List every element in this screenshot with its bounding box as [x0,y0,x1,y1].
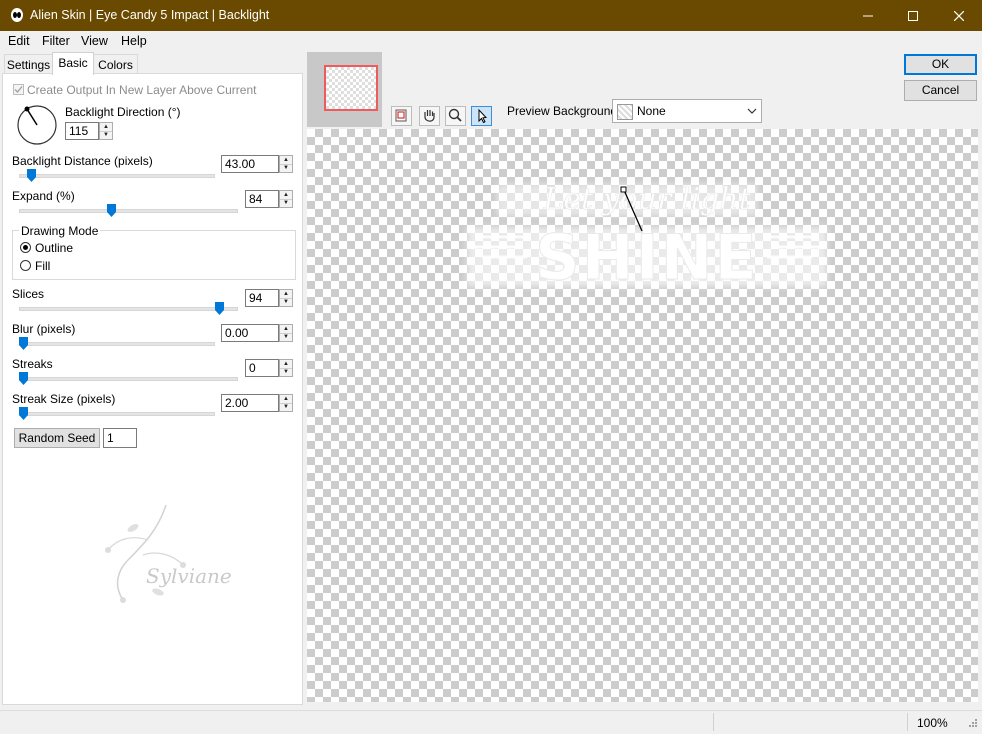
zoom-icon [448,108,462,122]
slices-input[interactable]: 94 [245,289,279,307]
alien-skin-app-icon [11,8,23,22]
backlight-direction-stepper[interactable]: ▲ ▼ [99,122,113,140]
cancel-button[interactable]: Cancel [904,80,977,101]
menu-help[interactable]: Help [121,34,147,48]
slices-track[interactable] [19,307,238,311]
slices-stepper[interactable]: ▲ ▼ [279,289,293,307]
chevron-down-icon [747,108,757,114]
resize-grip-icon[interactable] [966,718,978,730]
backlight-distance-track[interactable] [19,174,215,178]
maximize-button[interactable] [890,0,936,31]
blur-label: Blur (pixels) [12,322,76,336]
preview-canvas[interactable]: Let your light SHINE [307,129,978,702]
preview-text-large: SHINE [535,221,759,294]
create-output-checkbox[interactable] [13,84,24,95]
drawing-mode-label: Drawing Mode [19,224,101,238]
minimize-button[interactable] [845,0,891,31]
streak-size-label: Streak Size (pixels) [12,392,116,406]
navigator-icon [395,109,407,122]
preview-background-select[interactable]: None [612,99,762,123]
tab-basic[interactable]: Basic [52,52,94,75]
tab-settings[interactable]: Settings [4,54,53,75]
watermark-signature: Sylviane [146,564,232,588]
preview-image: Let your light SHINE [467,182,827,295]
create-output-label: Create Output In New Layer Above Current [27,83,257,97]
title-bar: Alien Skin | Eye Candy 5 Impact | Backli… [0,0,982,31]
preview-background-label: Preview Background: [507,104,621,118]
streaks-input[interactable]: 0 [245,359,279,377]
tab-colors[interactable]: Colors [93,54,138,75]
pointer-tool-button[interactable] [471,106,492,126]
zoom-tool-button[interactable] [445,106,466,126]
minimize-icon [863,15,873,17]
sylviane-watermark: Sylviane [105,504,232,603]
outline-radio[interactable] [20,242,31,253]
transparent-swatch-icon [617,104,633,120]
blur-input[interactable]: 0.00 [221,324,279,342]
window-title: Alien Skin | Eye Candy 5 Impact | Backli… [30,8,270,22]
ok-button[interactable]: OK [904,54,977,75]
fill-radio[interactable] [20,260,31,271]
blur-track[interactable] [19,342,215,346]
zoom-level: 100% [917,716,948,730]
slices-label: Slices [12,287,45,301]
streaks-track[interactable] [19,377,238,381]
maximize-icon [908,11,918,22]
outline-label: Outline [35,241,74,255]
hand-tool-button[interactable] [419,106,440,126]
direction-handle[interactable] [620,186,627,193]
blur-stepper[interactable]: ▲ ▼ [279,324,293,342]
navigator-viewport[interactable] [324,65,378,111]
menu-view[interactable]: View [81,34,108,48]
streak-size-track[interactable] [19,412,215,416]
preview-text-small: Let your light [542,182,751,217]
preview-background-value: None [637,104,666,118]
streak-size-input[interactable]: 2.00 [221,394,279,412]
expand-input[interactable]: 84 [245,190,279,208]
direction-dial[interactable] [16,104,58,146]
backlight-distance-input[interactable]: 43.00 [221,155,279,173]
streak-size-stepper[interactable]: ▲ ▼ [279,394,293,412]
expand-label: Expand (%) [12,189,75,203]
random-seed-button[interactable]: Random Seed [14,428,100,448]
menu-bar: Edit Filter View Help [0,31,982,51]
streaks-label: Streaks [12,357,53,371]
menu-edit[interactable]: Edit [8,34,30,48]
preview-navigator[interactable] [307,52,382,127]
backlight-distance-stepper[interactable]: ▲ ▼ [279,155,293,173]
menu-filter[interactable]: Filter [42,34,70,48]
pointer-icon [478,108,488,124]
fill-label: Fill [35,259,51,273]
backlight-direction-input[interactable]: 115 [65,122,99,140]
close-icon [953,10,965,22]
random-seed-input[interactable]: 1 [103,428,137,448]
navigator-tool-button[interactable] [391,106,412,126]
status-divider [907,713,908,731]
status-bar: 100% [0,710,982,734]
close-button[interactable] [936,0,982,31]
expand-stepper[interactable]: ▲ ▼ [279,190,293,208]
checkmark-icon [14,86,23,93]
backlight-distance-label: Backlight Distance (pixels) [12,154,153,168]
expand-track[interactable] [19,209,238,213]
streaks-stepper[interactable]: ▲ ▼ [279,359,293,377]
hand-icon [424,110,435,122]
status-divider [713,713,714,731]
backlight-direction-label: Backlight Direction (°) [65,105,181,119]
